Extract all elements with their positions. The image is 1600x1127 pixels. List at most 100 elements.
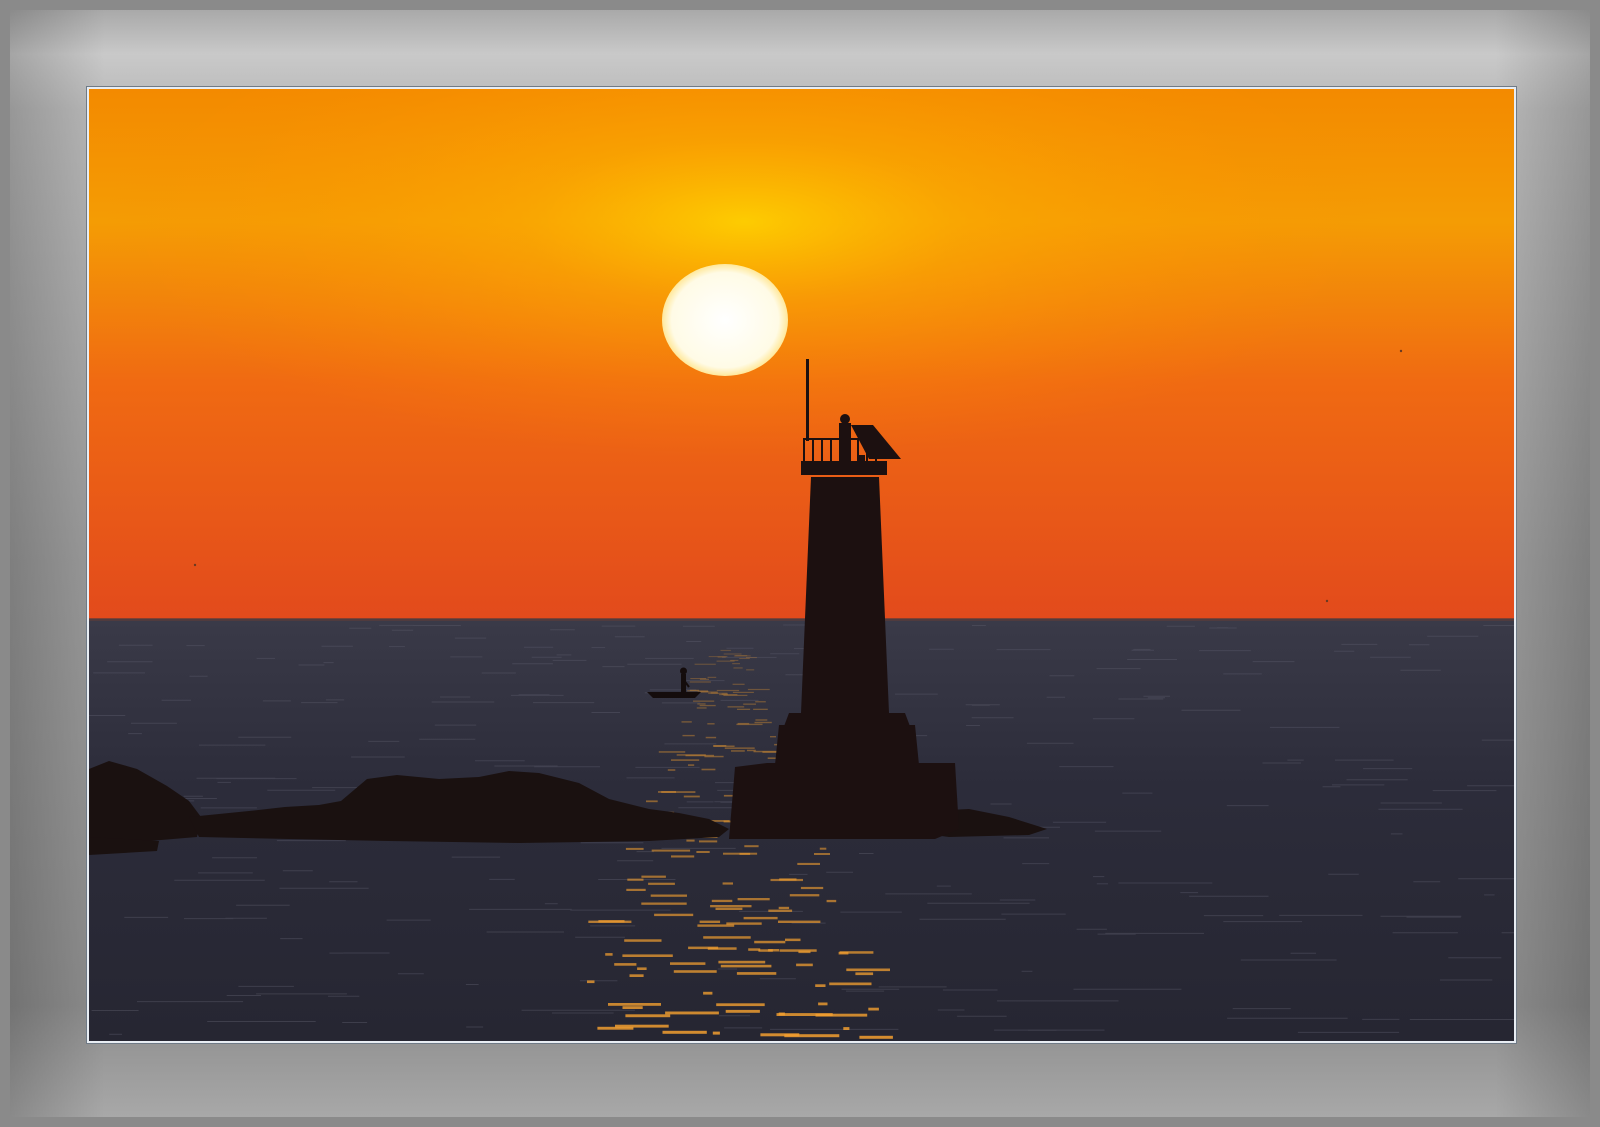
- glitter-spark: [732, 663, 740, 665]
- glitter-spark: [846, 968, 890, 972]
- glitter-spark: [646, 800, 658, 803]
- glitter-spark: [778, 906, 790, 910]
- glitter-spark: [716, 660, 735, 662]
- glitter-spark: [723, 653, 742, 655]
- glitter-spark: [747, 688, 770, 691]
- glitter-spark: [755, 719, 768, 721]
- glitter-spark: [753, 708, 768, 710]
- glitter-spark: [699, 840, 718, 843]
- glitter-spark: [637, 967, 647, 970]
- glitter-spark: [608, 1003, 661, 1006]
- glitter-spark: [733, 667, 743, 669]
- glitter-spark: [622, 954, 673, 957]
- glitter-spark: [641, 902, 687, 905]
- glitter-spark: [732, 683, 745, 685]
- glitter-spark: [843, 1027, 850, 1030]
- glitter-spark: [716, 1003, 765, 1007]
- glitter-spark: [605, 953, 613, 956]
- glitter-spark: [658, 751, 686, 753]
- sunrise-scene: [89, 89, 1514, 1041]
- glitter-spark: [704, 755, 724, 758]
- glitter-spark: [776, 1013, 833, 1016]
- glitter-spark: [624, 939, 662, 942]
- glitter-spark: [671, 759, 700, 761]
- glitter-spark: [712, 1031, 720, 1035]
- glitter-spark: [693, 700, 715, 702]
- glitter-spark: [625, 1014, 671, 1018]
- glitter-spark: [731, 750, 745, 752]
- glitter-spark: [697, 703, 706, 705]
- glitter-spark: [701, 768, 716, 771]
- glitter-spark: [598, 920, 625, 923]
- glitter-spark: [689, 681, 711, 683]
- glitter-spark: [699, 920, 721, 923]
- glitter-spark: [770, 736, 776, 738]
- glitter-spark: [798, 950, 811, 954]
- glitter-spark: [796, 963, 813, 967]
- photo: [87, 87, 1516, 1043]
- glitter-spark: [696, 851, 710, 853]
- glitter-spark: [789, 894, 820, 897]
- glitter-spark: [697, 924, 735, 927]
- glitter-spark: [737, 722, 750, 725]
- glitter-spark: [859, 1035, 893, 1039]
- glitter-spark: [597, 1026, 634, 1030]
- glitter-spark: [622, 1006, 643, 1009]
- glitter-spark: [707, 723, 715, 725]
- glitter-spark: [778, 920, 821, 923]
- glitter-spark: [838, 951, 849, 955]
- glitter-spark: [699, 704, 716, 707]
- glitter-spark: [696, 707, 707, 709]
- glitter-spark: [710, 905, 752, 908]
- glitter-spark: [743, 916, 778, 920]
- glitter-spark: [641, 875, 666, 878]
- sun-glow: [89, 89, 1514, 621]
- glitter-spark: [686, 839, 695, 842]
- glitter-spark: [818, 1002, 828, 1006]
- glitter-spark: [746, 657, 757, 659]
- glitter-spark: [784, 1034, 840, 1038]
- glitter-spark: [800, 886, 824, 890]
- glitter-spark: [720, 964, 772, 968]
- glitter-spark: [819, 847, 827, 850]
- glitter-spark: [614, 963, 637, 966]
- glitter-spark: [737, 898, 770, 901]
- glitter-spark: [648, 882, 675, 885]
- glitter-spark: [743, 703, 756, 705]
- glitter-spark: [707, 676, 717, 678]
- glitter-spark: [732, 691, 754, 693]
- glitter-spark: [673, 970, 717, 973]
- glitter-spark: [779, 949, 817, 952]
- glitter-spark: [626, 888, 646, 891]
- glitter-spark: [654, 913, 694, 917]
- glitter-spark: [739, 658, 750, 659]
- glitter-spark: [748, 948, 761, 951]
- glitter-spark: [711, 899, 733, 903]
- glitter-spark: [703, 991, 713, 995]
- glitter-spark: [720, 649, 731, 651]
- glitter-spark: [703, 936, 751, 939]
- glitter-spark: [667, 769, 676, 771]
- glitter-spark: [797, 862, 820, 865]
- glitter-spark: [683, 795, 700, 798]
- glitter-spark: [723, 694, 748, 696]
- glitter-spark: [681, 721, 692, 723]
- glitter-spark: [755, 701, 766, 703]
- glitter-spark: [651, 849, 691, 852]
- glitter-spark: [814, 853, 830, 855]
- glitter-spark: [699, 678, 709, 680]
- glitter-spark: [744, 845, 759, 848]
- glitter-spark: [717, 656, 726, 658]
- glitter-spark: [718, 960, 766, 964]
- glitter-spark: [705, 736, 717, 739]
- glitter-spark: [587, 980, 595, 984]
- glitter-spark: [625, 847, 644, 850]
- glitter-spark: [736, 972, 777, 975]
- glitter-spark: [713, 745, 727, 747]
- glitter-spark: [724, 747, 755, 749]
- glitter-spark: [650, 894, 687, 897]
- glitter-spark: [722, 882, 733, 885]
- glitter-spark: [746, 669, 755, 671]
- glitter-spark: [662, 1030, 707, 1034]
- glitter-spark: [725, 1009, 760, 1013]
